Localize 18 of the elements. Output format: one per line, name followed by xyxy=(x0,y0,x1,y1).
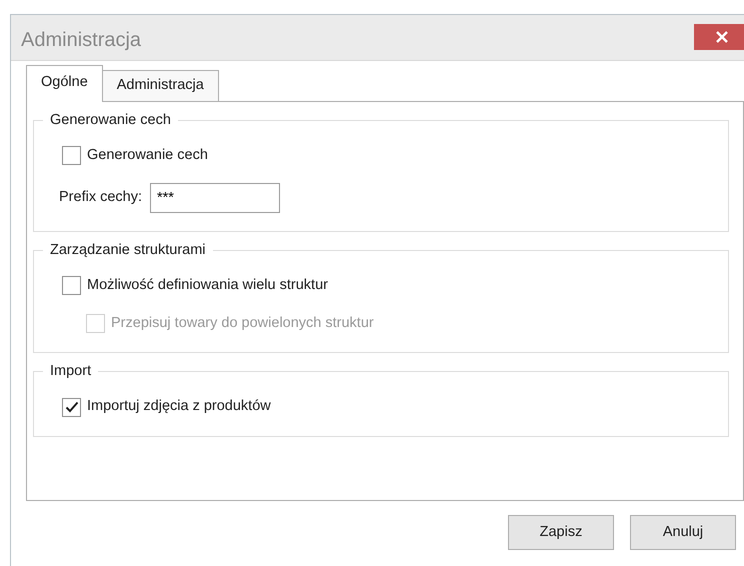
checkbox-label: Przepisuj towary do powielonych struktur xyxy=(111,314,374,332)
checkbox-label: Możliwość definiowania wielu struktur xyxy=(87,276,328,295)
field-label: Prefix cechy: xyxy=(59,188,142,207)
prefix-field[interactable]: *** xyxy=(150,182,280,213)
window-title: Administracja xyxy=(21,28,142,53)
checkbox-label: Generowanie cech xyxy=(87,146,208,165)
dialog-button[interactable]: Zapisz xyxy=(508,515,614,550)
checkbox[interactable] xyxy=(62,398,81,417)
group-title: Zarządzanie strukturami xyxy=(43,240,213,259)
checkbox-label: Importuj zdjęcia z produktów xyxy=(87,397,271,416)
close-icon xyxy=(716,31,728,43)
close-button[interactable] xyxy=(694,24,744,50)
tab[interactable]: Ogólne xyxy=(26,65,103,102)
dialog-button[interactable]: Anuluj xyxy=(630,515,736,550)
group-title: Import xyxy=(43,362,98,380)
tab[interactable]: Administracja xyxy=(102,70,219,101)
checkbox[interactable] xyxy=(62,146,81,166)
checkbox[interactable] xyxy=(62,276,81,296)
